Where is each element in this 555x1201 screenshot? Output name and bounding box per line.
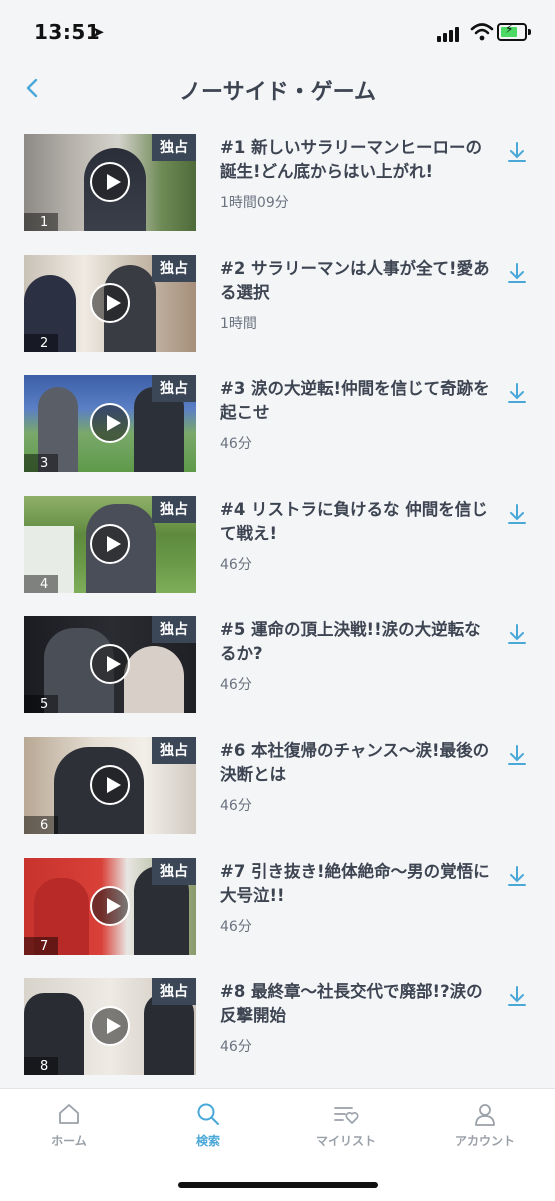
home-indicator[interactable]	[178, 1182, 378, 1188]
episode-number: 8	[24, 1057, 59, 1076]
episode-row[interactable]: 独占 3 #3 涙の大逆転!仲間を信じて奇跡を起こせ 46分	[0, 361, 555, 482]
episode-title[interactable]: #5 運命の頂上決戦!!涙の大逆転なるか?	[220, 618, 495, 666]
exclusive-badge: 独占	[152, 616, 196, 644]
episode-title[interactable]: #7 引き抜き!絶体絶命〜男の覚悟に大号泣!!	[220, 860, 495, 908]
exclusive-badge: 独占	[152, 736, 196, 764]
account-icon	[475, 1104, 495, 1126]
exclusive-badge: 独占	[152, 134, 196, 161]
episode-thumbnail[interactable]: 独占 7	[24, 857, 196, 955]
battery-icon: ⚡	[497, 22, 531, 41]
nav-header: ノーサイド・ゲーム	[0, 60, 555, 118]
episode-thumbnail[interactable]: 独占 8	[24, 978, 196, 1076]
download-icon[interactable]	[506, 984, 528, 1008]
episode-thumbnail[interactable]: 独占 4	[24, 495, 196, 593]
episode-number: 2	[24, 333, 59, 352]
exclusive-badge: 独占	[152, 978, 196, 1006]
episode-duration: 46分	[220, 436, 252, 453]
wifi-icon	[470, 23, 494, 41]
tab-label: アカウント	[454, 1134, 515, 1148]
status-bar: 13:51 ➤ ⚡	[0, 0, 555, 60]
episode-row[interactable]: 独占 4 #4 リストラに負けるな 仲間を信じて戦え! 46分	[0, 482, 555, 603]
play-icon[interactable]	[90, 523, 130, 564]
episode-duration: 46分	[220, 797, 252, 814]
episode-duration: 46分	[220, 918, 252, 935]
search-icon	[197, 1103, 219, 1125]
episode-thumbnail[interactable]: 独占 6	[24, 736, 196, 834]
tab-search[interactable]: 検索	[153, 1101, 263, 1149]
episode-number: 5	[24, 695, 59, 714]
download-icon[interactable]	[506, 622, 528, 646]
tab-account[interactable]: アカウント	[430, 1101, 540, 1149]
episode-row[interactable]: 独占 8 #8 最終章〜社長交代で廃部!?涙の反撃開始 46分	[0, 964, 555, 1085]
exclusive-badge: 独占	[152, 857, 196, 885]
episode-list: 独占 1 #1 新しいサラリーマンヒーローの誕生!どん底からはい上がれ! 1時間…	[0, 120, 555, 1085]
play-icon[interactable]	[90, 764, 130, 805]
location-arrow-icon: ➤	[92, 23, 105, 41]
episode-duration: 46分	[220, 556, 252, 573]
exclusive-badge: 独占	[152, 375, 196, 403]
episode-title[interactable]: #3 涙の大逆転!仲間を信じて奇跡を起こせ	[220, 377, 495, 425]
tab-mylist[interactable]: マイリスト	[291, 1101, 401, 1149]
download-icon[interactable]	[506, 381, 528, 405]
page-title: ノーサイド・ゲーム	[179, 80, 376, 105]
download-icon[interactable]	[506, 864, 528, 888]
status-time: 13:51	[34, 20, 101, 44]
episode-title[interactable]: #4 リストラに負けるな 仲間を信じて戦え!	[220, 498, 495, 546]
episode-thumbnail[interactable]: 独占 5	[24, 616, 196, 714]
tab-label: マイリスト	[315, 1134, 376, 1148]
episode-title[interactable]: #8 最終章〜社長交代で廃部!?涙の反撃開始	[220, 980, 495, 1028]
play-icon[interactable]	[90, 1006, 130, 1047]
episode-title[interactable]: #1 新しいサラリーマンヒーローの誕生!どん底からはい上がれ!	[220, 136, 495, 184]
tab-label: 検索	[195, 1134, 220, 1148]
episode-number: 4	[24, 574, 59, 593]
cellular-signal-icon	[437, 24, 463, 42]
episode-duration: 1時間	[220, 315, 257, 332]
episode-number: 6	[24, 815, 59, 834]
play-icon[interactable]	[90, 282, 130, 323]
play-icon[interactable]	[90, 162, 130, 202]
episode-row[interactable]: 独占 5 #5 運命の頂上決戦!!涙の大逆転なるか? 46分	[0, 602, 555, 723]
episode-thumbnail[interactable]: 独占 3	[24, 375, 196, 473]
episode-thumbnail[interactable]: 独占 2	[24, 254, 196, 352]
play-icon[interactable]	[90, 403, 130, 444]
exclusive-badge: 独占	[152, 254, 196, 282]
mylist-icon	[334, 1107, 359, 1124]
episode-number: 1	[24, 213, 59, 231]
download-icon[interactable]	[506, 261, 528, 285]
episode-row[interactable]: 独占 7 #7 引き抜き!絶体絶命〜男の覚悟に大号泣!! 46分	[0, 844, 555, 965]
episode-title[interactable]: #6 本社復帰のチャンス〜涙!最後の決断とは	[220, 739, 495, 787]
episode-number: 3	[24, 454, 59, 473]
episode-row[interactable]: 独占 2 #2 サラリーマンは人事が全て!愛ある選択 1時間	[0, 241, 555, 362]
tab-home[interactable]: ホーム	[14, 1101, 124, 1149]
exclusive-badge: 独占	[152, 495, 196, 523]
episode-row[interactable]: 独占 6 #6 本社復帰のチャンス〜涙!最後の決断とは 46分	[0, 723, 555, 844]
episode-title[interactable]: #2 サラリーマンは人事が全て!愛ある選択	[220, 257, 495, 305]
download-icon[interactable]	[506, 502, 528, 526]
episode-duration: 46分	[220, 677, 252, 694]
episode-duration: 46分	[220, 1039, 252, 1056]
home-icon	[59, 1104, 79, 1124]
episode-thumbnail[interactable]: 独占 1	[24, 134, 196, 231]
episode-duration: 1時間09分	[220, 195, 289, 211]
tab-label: ホーム	[51, 1134, 87, 1148]
download-icon[interactable]	[506, 140, 528, 164]
episode-number: 7	[24, 936, 59, 955]
play-icon[interactable]	[90, 885, 130, 926]
episode-row[interactable]: 独占 1 #1 新しいサラリーマンヒーローの誕生!どん底からはい上がれ! 1時間…	[0, 120, 555, 241]
download-icon[interactable]	[506, 743, 528, 767]
